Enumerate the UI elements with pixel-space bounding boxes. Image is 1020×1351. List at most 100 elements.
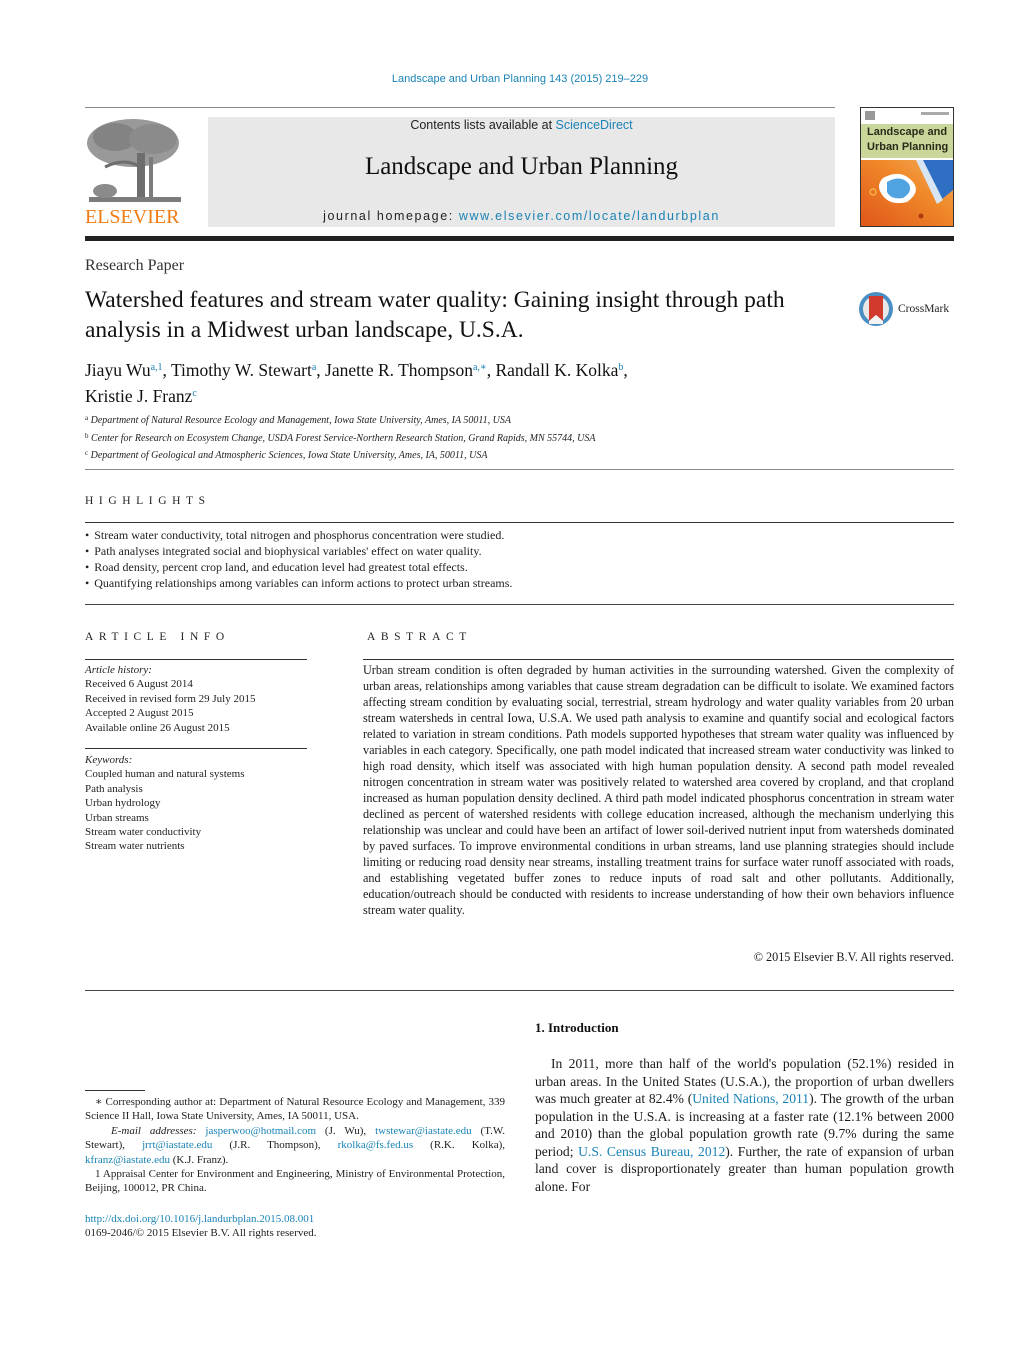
affiliation-text: Department of Natural Resource Ecology a… — [90, 415, 512, 426]
affiliation-rule — [85, 469, 954, 470]
cover-heatmap-image — [861, 160, 953, 226]
author-name[interactable]: Kristie J. Franz — [85, 386, 192, 406]
author-name[interactable]: Jiayu Wu — [85, 360, 151, 380]
crossmark-button[interactable]: CrossMark — [858, 291, 958, 331]
article-history: Article history: Received 6 August 2014 … — [85, 663, 255, 735]
author[interactable]: Jiayu Wua,1, — [85, 360, 171, 380]
journal-title: Landscape and Urban Planning — [364, 153, 679, 180]
keyword: Stream water nutrients — [85, 840, 185, 853]
highlights-rule-top — [85, 522, 954, 523]
corresponding-author-note: ∗ Corresponding author at: Department of… — [85, 1096, 505, 1123]
header-rule — [85, 107, 835, 108]
affiliation-text: Department of Geological and Atmospheric… — [90, 450, 488, 461]
affiliation-footnote: 1 Appraisal Center for Environment and E… — [85, 1168, 505, 1195]
email-label: E-mail addresses: — [111, 1124, 197, 1137]
keyword: Coupled human and natural systems — [85, 768, 245, 781]
cover-title-line1: Landscape and — [867, 126, 948, 138]
abstract-copyright: © 2015 Elsevier B.V. All rights reserved… — [753, 950, 954, 964]
footnotes: ∗ Corresponding author at: Department of… — [85, 1095, 505, 1196]
keywords: Keywords: Coupled human and natural syst… — [85, 753, 244, 854]
email-link[interactable]: jrrt@iastate.edu — [142, 1139, 212, 1151]
author[interactable]: Kristie J. Franzc — [85, 386, 197, 406]
elsevier-wordmark: ELSEVIER — [85, 206, 180, 228]
article-title: Watershed features and stream water qual… — [85, 287, 785, 343]
footnote-rule — [85, 1090, 145, 1091]
affiliation-key: a — [85, 414, 89, 422]
journal-homepage-link[interactable]: www.elsevier.com/locate/landurbplan — [459, 209, 720, 223]
affiliation-key: b — [85, 431, 89, 440]
issn-copyright: 0169-2046/© 2015 Elsevier B.V. All right… — [85, 1227, 317, 1240]
keyword: Urban hydrology — [85, 797, 161, 810]
author-separator: , — [316, 360, 326, 380]
abstract-text: Urban stream condition is often degraded… — [363, 663, 954, 917]
affiliation: c Department of Geological and Atmospher… — [85, 446, 595, 464]
article-info-heading: ARTICLE INFO — [85, 631, 230, 643]
author-affiliation-marker[interactable]: a,1 — [151, 362, 163, 373]
email-link[interactable]: rkolka@fs.fed.us — [338, 1139, 414, 1151]
tree-icon — [85, 117, 185, 205]
cover-title-line2: Urban Planning — [867, 141, 949, 153]
author-separator: , — [623, 360, 628, 380]
journal-cover-thumbnail[interactable]: Landscape and Urban Planning — [860, 107, 954, 227]
doi-link[interactable]: http://dx.doi.org/10.1016/j.landurbplan.… — [85, 1212, 317, 1226]
history-item: Available online 26 August 2015 — [85, 721, 230, 734]
abstract-rule — [363, 659, 954, 660]
email-link[interactable]: jasperwoo@hotmail.com — [205, 1125, 316, 1137]
email-owner: (R.K. Kolka), — [413, 1139, 505, 1152]
affiliation: b Center for Research on Ecosystem Chang… — [85, 429, 595, 447]
author-name[interactable]: Randall K. Kolka — [495, 360, 618, 380]
author-affiliation-marker[interactable]: a,∗ — [473, 362, 487, 373]
author-affiliation-marker[interactable]: c — [192, 388, 196, 399]
author[interactable]: Timothy W. Stewarta, — [171, 360, 325, 380]
header-thick-rule — [85, 236, 954, 241]
abstract-heading: ABSTRACT — [367, 631, 472, 643]
history-item: Received 6 August 2014 — [85, 678, 193, 691]
highlight-item: Path analyses integrated social and biop… — [85, 543, 512, 559]
highlights-list: Stream water conductivity, total nitroge… — [85, 527, 512, 591]
introduction-paragraph: In 2011, more than half of the world's p… — [535, 1055, 954, 1195]
citation-link[interactable]: U.S. Census Bureau, 2012 — [578, 1144, 725, 1159]
sciencedirect-link[interactable]: ScienceDirect — [556, 118, 633, 132]
history-item: Received in revised form 29 July 2015 — [85, 692, 256, 705]
cover-title: Landscape and Urban Planning — [867, 125, 948, 155]
journal-reference-link[interactable]: Landscape and Urban Planning 143 (2015) … — [0, 73, 1020, 85]
email-owner: (J. Wu), — [316, 1124, 376, 1137]
journal-header-box: Contents lists available at ScienceDirec… — [208, 117, 835, 227]
introduction-heading: 1. Introduction — [535, 1020, 619, 1035]
email-link[interactable]: twstewar@iastate.edu — [375, 1125, 472, 1137]
crossmark-icon — [859, 292, 893, 326]
crossmark-label: CrossMark — [898, 303, 950, 315]
email-owner: (K.J. Franz). — [169, 1153, 229, 1166]
citation-link[interactable]: United Nations, 2011 — [692, 1091, 809, 1106]
cover-publisher-icon — [865, 111, 875, 120]
author-name[interactable]: Janette R. Thompson — [325, 360, 473, 380]
doi-block: http://dx.doi.org/10.1016/j.landurbplan.… — [85, 1212, 317, 1241]
contents-line: Contents lists available at ScienceDirec… — [208, 118, 835, 132]
author-separator: , — [162, 360, 171, 380]
email-link[interactable]: kfranz@iastate.edu — [85, 1154, 170, 1166]
article-info-rule — [85, 659, 307, 660]
highlight-item: Quantifying relationships among variable… — [85, 575, 512, 591]
author[interactable]: Randall K. Kolkab, — [495, 360, 627, 380]
keywords-rule — [85, 748, 307, 749]
affiliations: a Department of Natural Resource Ecology… — [85, 411, 595, 464]
affiliation-text: Center for Research on Ecosystem Change,… — [91, 432, 596, 444]
author-list: Jiayu Wua,1, Timothy W. Stewarta, Janett… — [85, 356, 845, 408]
cover-issue-text — [921, 112, 949, 115]
article-type: Research Paper — [85, 257, 185, 274]
affiliation-key: c — [85, 449, 89, 457]
history-item: Accepted 2 August 2015 — [85, 707, 194, 720]
email-owner: (J.R. Thompson), — [212, 1139, 338, 1152]
homepage-prefix: journal homepage: — [323, 209, 459, 223]
keyword: Urban streams — [85, 811, 149, 824]
highlights-heading: HIGHLIGHTS — [85, 495, 211, 507]
keyword: Path analysis — [85, 782, 143, 795]
keywords-label: Keywords: — [85, 754, 133, 766]
email-addresses: E-mail addresses: jasperwoo@hotmail.com … — [85, 1124, 505, 1167]
affiliation: a Department of Natural Resource Ecology… — [85, 411, 595, 429]
author-name[interactable]: Timothy W. Stewart — [171, 360, 312, 380]
highlight-item: Stream water conductivity, total nitroge… — [85, 527, 512, 543]
author[interactable]: Janette R. Thompsona,∗, — [325, 360, 495, 380]
abstract-end-rule — [85, 990, 954, 991]
highlight-item: Road density, percent crop land, and edu… — [85, 559, 512, 575]
